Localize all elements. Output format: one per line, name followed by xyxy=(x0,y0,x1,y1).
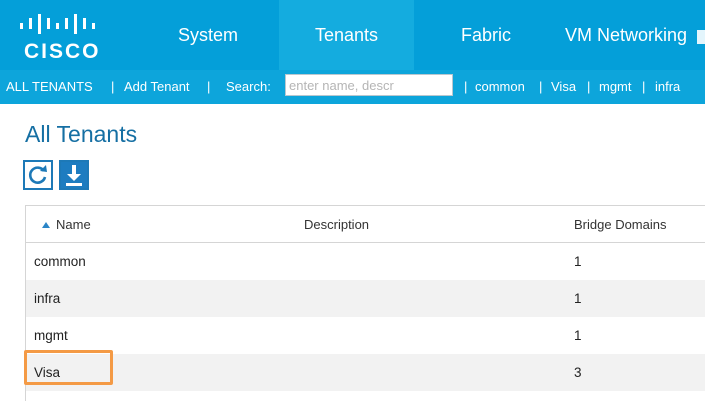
page-title: All Tenants xyxy=(25,121,138,147)
separator: | xyxy=(539,79,543,94)
cell-bridge-domains: 1 xyxy=(574,291,582,306)
tenants-table: Name Description Bridge Domains common 1… xyxy=(25,205,705,401)
cell-bridge-domains: 1 xyxy=(574,328,582,343)
quick-link-mgmt[interactable]: mgmt xyxy=(599,79,632,94)
tab-fabric[interactable]: Fabric xyxy=(418,0,554,70)
table-row[interactable]: common 1 xyxy=(26,243,705,280)
table-row[interactable]: Visa 3 xyxy=(26,354,705,391)
add-tenant-link[interactable]: Add Tenant xyxy=(124,79,190,94)
sort-ascending-icon xyxy=(42,222,50,228)
download-button[interactable] xyxy=(59,160,89,190)
table-row[interactable]: mgmt 1 xyxy=(26,317,705,354)
quick-link-visa[interactable]: Visa xyxy=(551,79,576,94)
separator: | xyxy=(587,79,591,94)
tab-overflow-edge xyxy=(697,30,705,44)
separator: | xyxy=(111,79,115,94)
quick-link-infra[interactable]: infra xyxy=(655,79,680,94)
download-icon xyxy=(66,165,82,186)
separator: | xyxy=(207,79,211,94)
column-header-name[interactable]: Name xyxy=(42,217,91,232)
row-highlight-box xyxy=(24,350,113,385)
logo-text: CISCO xyxy=(24,40,101,63)
cell-name[interactable]: mgmt xyxy=(34,328,68,343)
cell-name[interactable]: common xyxy=(34,254,86,269)
search-label: Search: xyxy=(226,79,271,94)
all-tenants-link[interactable]: ALL TENANTS xyxy=(6,79,93,94)
cell-bridge-domains: 1 xyxy=(574,254,582,269)
quick-link-common[interactable]: common xyxy=(475,79,525,94)
separator: | xyxy=(464,79,468,94)
refresh-button[interactable] xyxy=(23,160,53,190)
column-header-description[interactable]: Description xyxy=(304,217,369,232)
column-header-bridge-domains[interactable]: Bridge Domains xyxy=(574,217,667,232)
cisco-logo[interactable]: CISCO xyxy=(18,14,108,63)
separator: | xyxy=(642,79,646,94)
tab-vm-networking[interactable]: VM Networking xyxy=(556,0,696,70)
tab-tenants[interactable]: Tenants xyxy=(279,0,414,70)
table-header: Name Description Bridge Domains xyxy=(26,206,705,243)
top-nav: CISCO System Tenants Fabric VM Networkin… xyxy=(0,0,705,70)
table-row[interactable]: infra 1 xyxy=(26,280,705,317)
tab-system[interactable]: System xyxy=(148,0,268,70)
search-input[interactable] xyxy=(285,74,453,96)
cell-name[interactable]: infra xyxy=(34,291,60,306)
cisco-bars-icon xyxy=(20,14,95,34)
cell-bridge-domains: 3 xyxy=(574,365,582,380)
refresh-icon xyxy=(29,165,47,184)
